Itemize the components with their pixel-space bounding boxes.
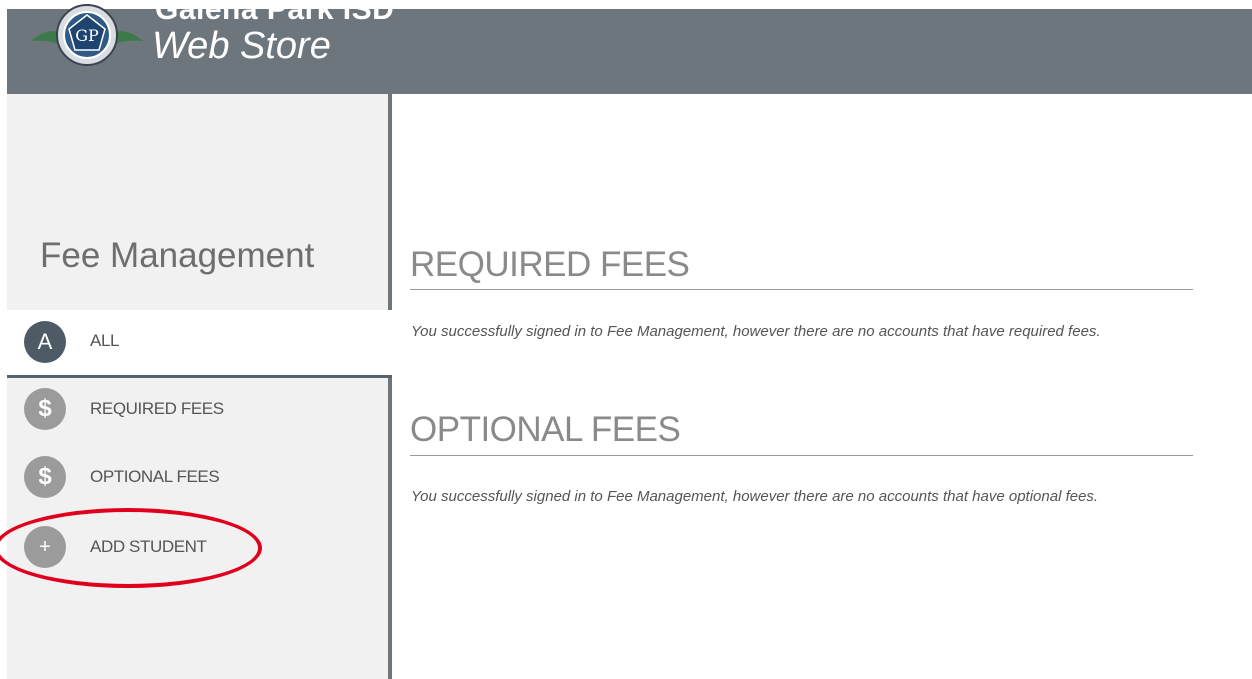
highlight-annotation <box>0 508 262 588</box>
page: GP Galena Park ISD Web Store Fee Managem… <box>0 0 1252 679</box>
sidebar-item-all[interactable]: A ALL <box>7 310 392 378</box>
sidebar-item-required-fees[interactable]: $ REQUIRED FEES <box>7 378 388 440</box>
dollar-icon: $ <box>24 388 66 430</box>
brand-subtitle: Web Store <box>152 25 331 67</box>
logo-text: GP <box>75 26 99 45</box>
required-fees-message: You successfully signed in to Fee Manage… <box>411 323 1101 340</box>
letter-a-icon: A <box>24 321 66 363</box>
brand-name: Galena Park ISD <box>155 0 395 26</box>
dollar-icon: $ <box>24 456 66 498</box>
site-header: GP Galena Park ISD Web Store <box>7 0 1252 94</box>
sidebar-divider <box>388 94 392 679</box>
optional-fees-heading: OPTIONAL FEES <box>410 410 681 449</box>
sidebar-item-label: OPTIONAL FEES <box>90 467 220 486</box>
district-logo-icon[interactable]: GP <box>29 0 145 71</box>
optional-fees-divider <box>410 455 1193 456</box>
sidebar-item-optional-fees[interactable]: $ OPTIONAL FEES <box>7 446 388 508</box>
sidebar-item-label: ALL <box>90 331 120 350</box>
required-fees-heading: REQUIRED FEES <box>410 245 690 284</box>
required-fees-divider <box>410 289 1193 290</box>
optional-fees-message: You successfully signed in to Fee Manage… <box>411 488 1099 505</box>
sidebar-title: Fee Management <box>40 236 315 275</box>
sidebar-item-label: REQUIRED FEES <box>90 399 224 418</box>
